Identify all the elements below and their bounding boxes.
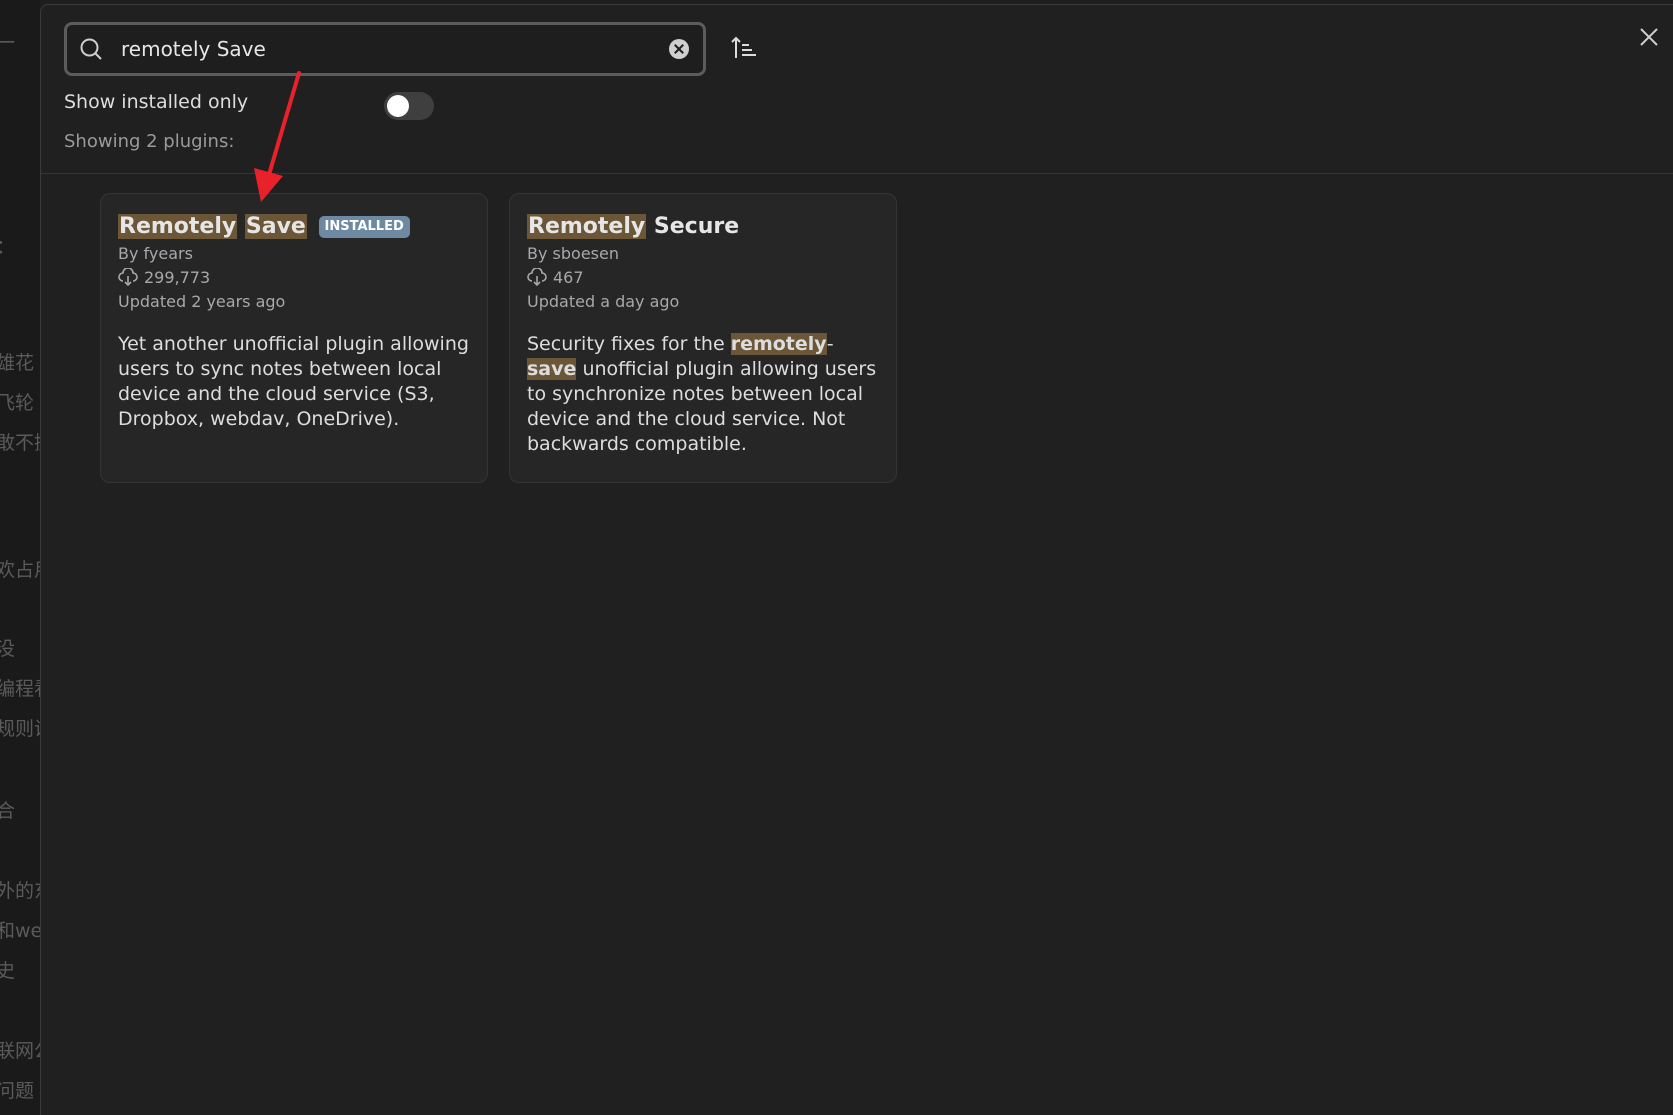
plugin-author: By fyears bbox=[118, 244, 193, 263]
plugin-downloads: 299,773 bbox=[118, 266, 470, 290]
background-text: 合 bbox=[0, 800, 16, 822]
background-text: 史 bbox=[0, 960, 16, 982]
background-text: 敢不擅 bbox=[0, 432, 40, 454]
background-text: 问题 bbox=[0, 1080, 35, 1102]
download-cloud-icon bbox=[118, 268, 138, 287]
background-text: 飞轮 bbox=[0, 392, 35, 414]
plugin-updated: Updated 2 years ago bbox=[118, 292, 286, 311]
installed-only-toggle[interactable] bbox=[384, 92, 434, 120]
plugin-card-remotely-secure[interactable]: Remotely Secure By sboesen 467 Updated a… bbox=[509, 193, 897, 483]
background-text: 欢占用 bbox=[0, 559, 40, 581]
plugin-title: Remotely Save INSTALLED bbox=[118, 212, 470, 242]
background-app-strip: 一 ： 雄花 飞轮 敢不擅 欢占用 没 编程看 规则说 合 外的东 和web 史… bbox=[0, 0, 40, 1115]
background-text: 外的东 bbox=[0, 880, 40, 902]
background-text: 雄花 bbox=[0, 352, 35, 374]
background-text: ： bbox=[0, 232, 15, 259]
sort-icon[interactable] bbox=[729, 33, 759, 63]
background-text: 编程看 bbox=[0, 678, 40, 700]
close-icon[interactable] bbox=[1635, 23, 1663, 51]
desc-highlight: save bbox=[527, 358, 577, 380]
desc-highlight: remotely bbox=[730, 333, 827, 355]
search-input[interactable] bbox=[119, 33, 619, 65]
plugin-count: Showing 2 plugins: bbox=[64, 131, 235, 152]
modal-header: Show installed only Showing 2 plugins: bbox=[41, 5, 1673, 174]
title-highlight: Save bbox=[244, 214, 307, 239]
toggle-knob bbox=[387, 95, 409, 117]
title-text: Secure bbox=[653, 214, 740, 239]
background-text: 和web bbox=[0, 920, 40, 942]
desc-text: - bbox=[826, 333, 834, 355]
desc-text: Security fixes for the bbox=[527, 333, 731, 355]
title-highlight: Remotely bbox=[118, 214, 238, 239]
plugin-description: Security fixes for the remotely- save uno… bbox=[527, 332, 879, 457]
installed-badge: INSTALLED bbox=[318, 216, 410, 238]
background-text: 规则说 bbox=[0, 718, 40, 740]
download-count: 299,773 bbox=[144, 268, 211, 287]
download-count: 467 bbox=[553, 268, 584, 287]
plugin-updated: Updated a day ago bbox=[527, 292, 680, 311]
plugin-author: By sboesen bbox=[527, 244, 619, 263]
plugin-card-remotely-save[interactable]: Remotely Save INSTALLED By fyears 299,77… bbox=[100, 193, 488, 483]
installed-only-label: Show installed only bbox=[64, 91, 249, 113]
title-highlight: Remotely bbox=[527, 214, 647, 239]
plugin-downloads: 467 bbox=[527, 266, 879, 290]
desc-text: unofficial plugin allowing users to sync… bbox=[527, 358, 877, 455]
background-text: 联网公 bbox=[0, 1040, 40, 1062]
clear-search-icon[interactable] bbox=[669, 39, 689, 59]
community-plugins-modal: Show installed only Showing 2 plugins: R… bbox=[40, 4, 1673, 1115]
plugin-description: Yet another unofficial plugin allowing u… bbox=[118, 333, 469, 430]
background-text: 一 bbox=[0, 32, 16, 54]
search-icon bbox=[80, 38, 102, 60]
plugin-title: Remotely Secure bbox=[527, 212, 879, 242]
background-text: 没 bbox=[0, 638, 16, 660]
download-cloud-icon bbox=[527, 268, 547, 287]
search-box[interactable] bbox=[64, 22, 706, 76]
